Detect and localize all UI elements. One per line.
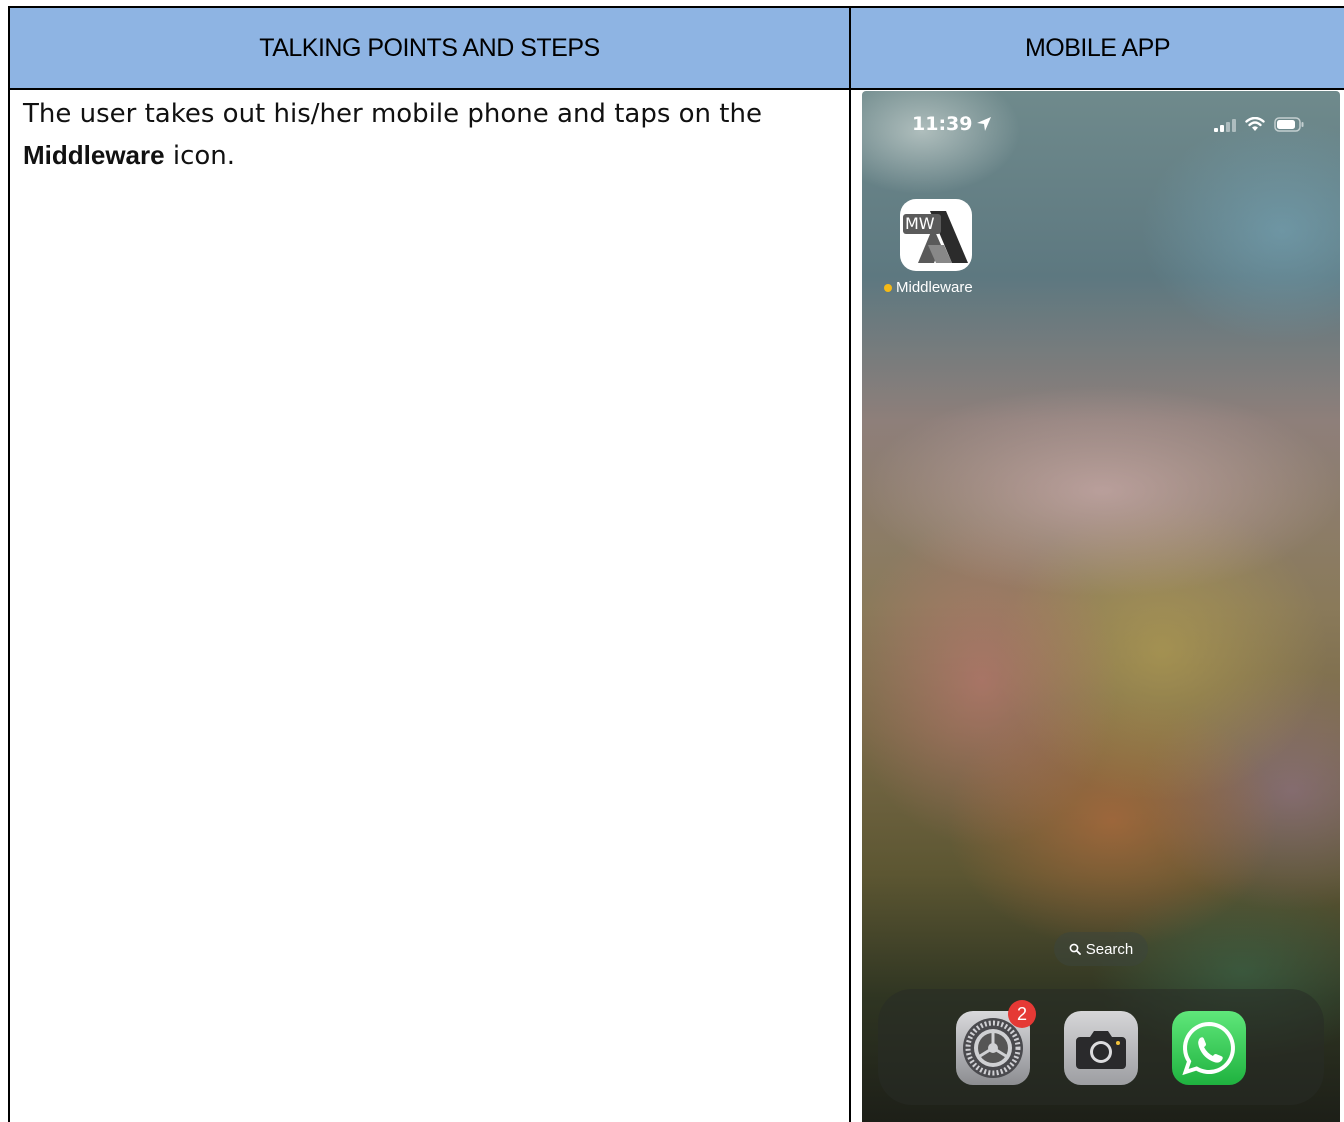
camera-app-icon[interactable] — [1064, 1011, 1138, 1085]
new-app-dot — [884, 283, 892, 292]
search-label: Search — [1085, 940, 1134, 958]
phone-home-screen: 11:39 MW Middleware Search 2 — [862, 91, 1340, 1122]
middleware-app-label-text: Middleware — [896, 279, 973, 296]
whatsapp-app-icon[interactable] — [1172, 1011, 1246, 1085]
camera-icon — [1076, 1031, 1126, 1069]
table-border-left-lower — [8, 88, 10, 1122]
status-bar-time: 11:39 — [912, 113, 992, 135]
column-divider — [849, 6, 851, 1122]
app-dock: 2 — [878, 989, 1324, 1105]
header-border-bottom — [8, 88, 1344, 90]
middleware-app-label: Middleware — [884, 279, 973, 296]
step-text-bold: Middleware — [23, 140, 165, 170]
wifi-icon — [1245, 117, 1265, 131]
status-time-text: 11:39 — [912, 113, 973, 135]
search-icon — [1069, 943, 1081, 955]
middleware-logo-icon — [903, 211, 968, 263]
header-mobile-app-label: MOBILE APP — [1024, 33, 1171, 62]
settings-app-icon[interactable]: 2 — [956, 1000, 1036, 1085]
home-search-button[interactable]: Search — [1054, 932, 1148, 966]
location-arrow-icon — [977, 117, 992, 131]
status-bar-icons — [1214, 117, 1304, 132]
header-talking-points-label: TALKING POINTS AND STEPS — [259, 33, 600, 62]
cellular-signal-icon — [1214, 118, 1236, 132]
header-mobile-app: MOBILE APP — [851, 8, 1344, 88]
header-talking-points: TALKING POINTS AND STEPS — [10, 8, 849, 88]
app-icon-text: MW — [905, 214, 935, 233]
step-description: The user takes out his/her mobile phone … — [23, 94, 823, 177]
middleware-app-icon[interactable]: MW — [900, 199, 972, 271]
battery-icon — [1274, 117, 1304, 132]
step-text-part2: icon. — [164, 141, 236, 171]
settings-badge: 2 — [1008, 1000, 1036, 1028]
whatsapp-icon — [1182, 1021, 1235, 1076]
step-text-part1: The user takes out his/her mobile phone … — [23, 99, 762, 129]
